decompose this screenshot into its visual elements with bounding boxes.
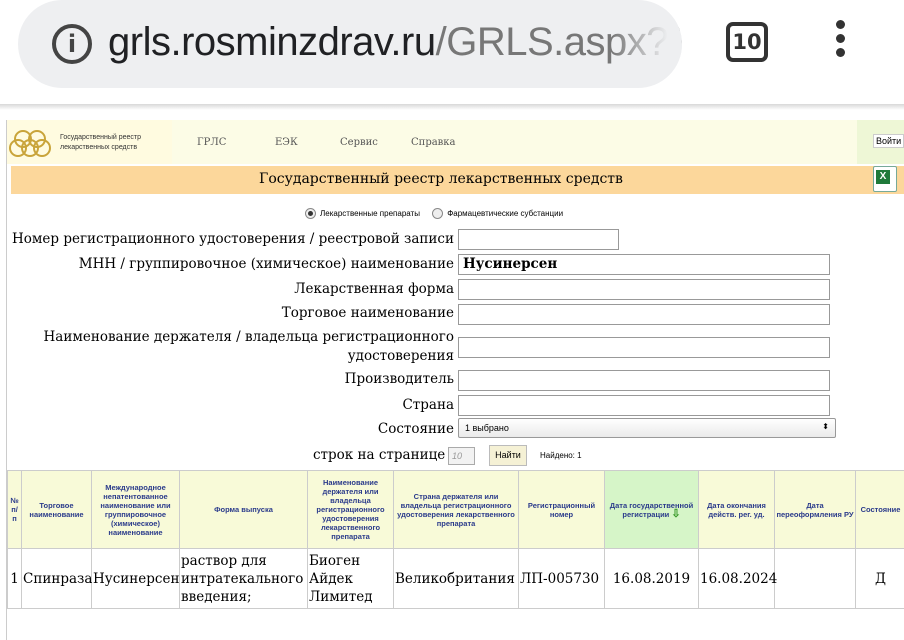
table-header-row: № п/п Торговое наименование Международно… — [7, 470, 904, 549]
excel-export-icon[interactable]: X — [873, 166, 897, 192]
form-input[interactable] — [458, 279, 830, 300]
col-state[interactable]: Состояние — [855, 470, 904, 549]
cell-number: 1 — [7, 548, 22, 609]
find-button[interactable]: Найти — [489, 445, 527, 466]
info-icon[interactable]: i — [52, 24, 92, 64]
url-text[interactable]: grls.rosminzdrav.ru/GRLS.aspx?Re — [108, 20, 682, 65]
url-domain: grls.rosminzdrav.ru — [108, 20, 436, 64]
holder-label: Наименование держателя / владельца регис… — [43, 329, 454, 364]
col-trade-name[interactable]: Торговое наименование — [21, 470, 92, 549]
col-reg-date[interactable]: Дата государственной регистрации ⇩ — [604, 470, 699, 549]
manufacturer-label: Производитель — [344, 371, 454, 387]
results-table: № п/п Торговое наименование Международно… — [7, 470, 904, 609]
col-form[interactable]: Форма выпуска — [179, 470, 308, 549]
col-number[interactable]: № п/п — [7, 470, 22, 549]
col-inn[interactable]: Международное непатентованное наименован… — [91, 470, 180, 549]
nav-eek[interactable]: ЕЭК — [275, 137, 298, 148]
search-type-radios: Лекарственные препараты Фармацевтические… — [305, 208, 573, 219]
address-bar[interactable]: i grls.rosminzdrav.ru/GRLS.aspx?Re — [18, 0, 682, 88]
state-select-value: 1 выбрано — [465, 423, 509, 433]
login-area: Войти — [857, 120, 904, 164]
trade-name-input[interactable] — [458, 304, 830, 325]
table-row[interactable]: 1 Спинраза Нусинерсен раствор для интрат… — [7, 548, 904, 609]
tab-switcher-button[interactable]: 10 — [726, 22, 768, 62]
inn-label: МНН / группировочное (химическое) наимен… — [78, 256, 454, 272]
radio-drugs[interactable] — [305, 208, 316, 219]
toolbar-shadow — [0, 104, 904, 110]
reg-number-label: Номер регистрационного удостоверения / р… — [12, 231, 454, 247]
state-select[interactable]: 1 выбрано ⬍ — [458, 418, 836, 438]
logo-area[interactable]: Государственный реестр лекарственных сред… — [7, 120, 172, 164]
cell-form: раствор для интратекального введения; — [179, 548, 308, 609]
sort-down-arrow-icon: ⇩ — [671, 507, 681, 520]
title-banner: Государственный реестр лекарственных сре… — [11, 166, 904, 194]
cell-holder: Биоген Айдек Лимитед — [307, 548, 394, 609]
manufacturer-input[interactable] — [458, 370, 830, 391]
web-page: Государственный реестр лекарственных сред… — [6, 120, 904, 640]
nav-help[interactable]: Справка — [411, 137, 456, 148]
browser-toolbar: i grls.rosminzdrav.ru/GRLS.aspx?Re 10 — [0, 0, 904, 100]
more-vert-icon[interactable] — [832, 20, 848, 66]
col-reg-number[interactable]: Регистрационный номер — [518, 470, 605, 549]
form-label: Лекарственная форма — [294, 281, 454, 297]
reg-number-input[interactable] — [458, 229, 619, 250]
country-label: Страна — [402, 397, 454, 413]
select-arrows-icon: ⬍ — [822, 422, 829, 431]
holder-input[interactable] — [458, 337, 830, 358]
rows-per-page-input[interactable]: 10 — [448, 447, 475, 465]
nav-grls[interactable]: ГРЛС — [197, 137, 226, 148]
cell-reg-date: 16.08.2019 — [604, 548, 699, 609]
radio-drugs-label: Лекарственные препараты — [320, 209, 420, 218]
col-reissue-date[interactable]: Дата переоформления РУ — [774, 470, 856, 549]
site-header: Государственный реестр лекарственных сред… — [7, 120, 904, 164]
login-button[interactable]: Войти — [873, 134, 904, 148]
col-expiry-date[interactable]: Дата окончания действ. рег. уд. — [698, 470, 775, 549]
radio-substances-label: Фармацевтические субстанции — [447, 209, 564, 218]
col-holder[interactable]: Наименование держателя или владельца рег… — [307, 470, 394, 549]
rows-per-page-label: строк на странице — [313, 447, 446, 463]
url-fade — [612, 0, 682, 88]
cell-trade-name[interactable]: Спинраза — [21, 548, 92, 609]
radio-substances[interactable] — [432, 208, 444, 219]
country-input[interactable] — [458, 395, 830, 416]
main-nav: ГРЛС ЕЭК Сервис Справка — [172, 120, 862, 164]
rings-logo-icon — [9, 130, 51, 157]
found-count: Найдено: 1 — [540, 451, 582, 460]
page-title: Государственный реестр лекарственных сре… — [259, 171, 623, 187]
trade-name-label: Торговое наименование — [281, 305, 454, 321]
cell-country: Великобритания — [393, 548, 519, 609]
nav-service[interactable]: Сервис — [340, 137, 378, 148]
inn-input[interactable]: Нусинерсен — [458, 254, 830, 275]
cell-state: Д — [855, 548, 904, 609]
cell-reissue-date — [774, 548, 856, 609]
cell-inn: Нусинерсен — [91, 548, 180, 609]
cell-reg-number[interactable]: ЛП-005730 — [518, 548, 605, 609]
cell-expiry-date: 16.08.2024 — [698, 548, 777, 609]
state-label: Состояние — [377, 421, 454, 437]
site-title: Государственный реестр лекарственных сред… — [60, 134, 141, 151]
col-country[interactable]: Страна держателя или владельца регистрац… — [393, 470, 519, 549]
